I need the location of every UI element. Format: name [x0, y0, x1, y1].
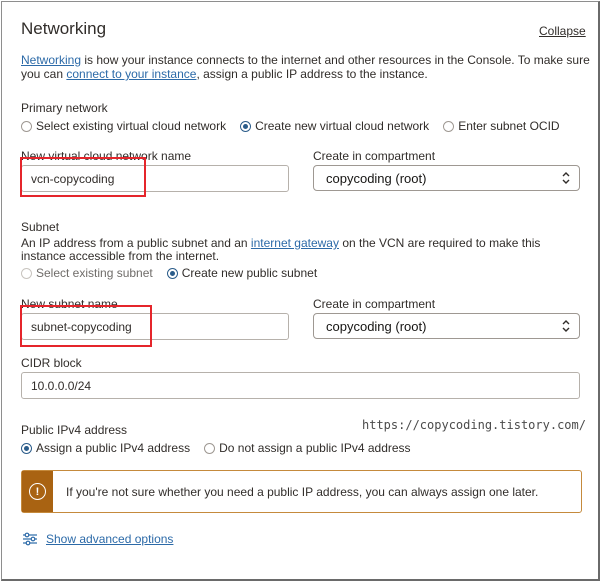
radio-label: Assign a public IPv4 address	[36, 441, 191, 455]
radio-label: Select existing virtual cloud network	[36, 119, 227, 133]
alert-icon-bar: !	[22, 471, 53, 512]
radio-no-public-ip[interactable]: Do not assign a public IPv4 address	[204, 441, 411, 455]
radio-assign-public-ip[interactable]: Assign a public IPv4 address	[21, 441, 190, 455]
radio-button-checked[interactable]	[21, 442, 32, 454]
alert-text: If you're not sure whether you need a pu…	[66, 484, 539, 499]
radio-enter-subnet-ocid[interactable]: Enter subnet OCID	[443, 119, 560, 133]
vcn-compartment-label: Create in compartment	[313, 149, 436, 163]
primary-network-label: Primary network	[21, 101, 108, 115]
networking-panel: Networking Collapse Networking is how yo…	[1, 1, 600, 581]
radio-select-existing-subnet[interactable]: Select existing subnet	[21, 266, 153, 280]
section-title: Networking	[21, 19, 107, 38]
section-description: Networking is how your instance connects…	[21, 53, 591, 81]
radio-button[interactable]	[21, 267, 32, 279]
chevron-up-down-icon	[562, 172, 570, 184]
subnet-label: Subnet	[21, 220, 60, 234]
subnet-description: An IP address from a public subnet and a…	[21, 237, 561, 263]
description-text-2: , assign a public IP address to the inst…	[196, 67, 428, 81]
radio-select-existing-vcn[interactable]: Select existing virtual cloud network	[21, 119, 226, 133]
connect-instance-link[interactable]: connect to your instance	[66, 67, 196, 81]
cidr-block-input[interactable]: 10.0.0.0/24	[21, 372, 580, 399]
public-ip-label: Public IPv4 address	[21, 423, 128, 437]
public-ip-radio-group: Assign a public IPv4 address Do not assi…	[21, 441, 425, 455]
radio-button[interactable]	[443, 120, 455, 132]
warning-icon: !	[29, 483, 46, 500]
radio-button[interactable]	[204, 442, 216, 454]
show-advanced-options-link[interactable]: Show advanced options	[46, 532, 173, 546]
sliders-icon	[23, 532, 37, 546]
cidr-block-label: CIDR block	[21, 356, 82, 370]
vcn-compartment-value: copycoding (root)	[326, 170, 427, 186]
radio-label: Create new public subnet	[181, 266, 318, 280]
subnet-compartment-label: Create in compartment	[313, 297, 436, 311]
radio-label: Enter subnet OCID	[458, 119, 560, 133]
radio-create-new-subnet[interactable]: Create new public subnet	[166, 266, 318, 280]
subnet-description-pre: An IP address from a public subnet and a…	[21, 236, 251, 250]
show-advanced-options-toggle[interactable]: Show advanced options	[22, 532, 173, 546]
collapse-link[interactable]: Collapse	[539, 24, 586, 38]
cidr-block-value: 10.0.0.0/24	[31, 378, 92, 393]
internet-gateway-link[interactable]: internet gateway	[251, 236, 339, 250]
radio-button[interactable]	[21, 120, 32, 132]
highlight-box	[20, 157, 146, 197]
radio-create-new-vcn[interactable]: Create new virtual cloud network	[240, 119, 429, 133]
radio-label: Do not assign a public IPv4 address	[219, 441, 411, 455]
radio-label: Select existing subnet	[36, 266, 153, 280]
chevron-up-down-icon	[562, 320, 570, 332]
watermark-text: https://copycoding.tistory.com/	[362, 418, 586, 432]
subnet-compartment-select[interactable]: copycoding (root)	[313, 313, 580, 339]
radio-label: Create new virtual cloud network	[255, 119, 430, 133]
radio-button-checked[interactable]	[166, 267, 178, 279]
subnet-radio-group: Select existing subnet Create new public…	[21, 266, 331, 280]
radio-button-checked[interactable]	[240, 120, 252, 132]
networking-doc-link[interactable]: Networking	[21, 53, 81, 67]
public-ip-warning-alert: ! If you're not sure whether you need a …	[21, 470, 582, 513]
vcn-compartment-select[interactable]: copycoding (root)	[313, 165, 580, 191]
primary-network-radio-group: Select existing virtual cloud network Cr…	[21, 119, 574, 133]
highlight-box	[20, 305, 152, 347]
subnet-compartment-value: copycoding (root)	[326, 318, 427, 334]
